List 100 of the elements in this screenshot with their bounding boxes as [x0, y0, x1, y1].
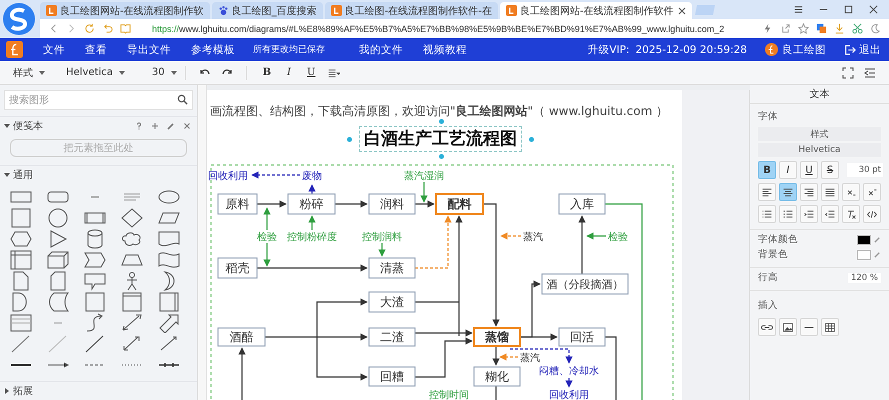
caret-icon[interactable]: [170, 70, 177, 74]
star-icon[interactable]: [798, 23, 809, 34]
menu-link[interactable]: 视频教程: [423, 42, 467, 56]
logout-icon[interactable]: [844, 44, 856, 56]
format-button[interactable]: B: [758, 161, 776, 179]
shape-icon[interactable]: [82, 250, 108, 270]
brand-name[interactable]: 良工绘图: [782, 42, 826, 56]
size-dropdown[interactable]: 30: [148, 67, 168, 78]
style-dropdown[interactable]: 样式: [758, 127, 881, 141]
format-button[interactable]: I: [282, 67, 296, 78]
clear-format-button[interactable]: [842, 205, 860, 223]
format-button[interactable]: S: [821, 161, 839, 179]
format-button[interactable]: B: [258, 67, 276, 78]
caret-icon[interactable]: [39, 70, 45, 74]
shape-icon[interactable]: [119, 208, 145, 228]
format-button[interactable]: U: [302, 67, 320, 78]
expanded-triangle-icon[interactable]: [4, 122, 10, 129]
fullscreen-icon[interactable]: [842, 66, 854, 78]
code-button[interactable]: [863, 205, 881, 223]
numbered-list-button[interactable]: [758, 205, 776, 223]
selection-handle[interactable]: [438, 119, 444, 124]
shape-icon[interactable]: [156, 250, 182, 270]
caret-icon[interactable]: [118, 70, 125, 74]
help-icon[interactable]: [135, 122, 143, 130]
lightning-icon[interactable]: [762, 23, 773, 34]
connector-arrow: [251, 171, 300, 179]
eyedropper-icon[interactable]: [874, 236, 881, 243]
style-dropdown[interactable]: 样式: [10, 66, 36, 80]
edit-icon[interactable]: [167, 122, 175, 130]
process-node: 回糟: [368, 366, 416, 386]
font-dropdown[interactable]: Helvetica: [758, 143, 881, 157]
shape-icon[interactable]: [8, 250, 34, 270]
eyedropper-icon[interactable]: [874, 251, 881, 258]
browser-tab[interactable]: 良工绘图_百度搜索: [212, 2, 323, 19]
color-swatch[interactable]: [857, 250, 871, 260]
menu-item[interactable]: 文件: [43, 42, 65, 56]
browser-tab[interactable]: 良工绘图网站-在线流程图制作软件: [500, 2, 692, 19]
site-icon: [46, 5, 57, 16]
font-dropdown[interactable]: Helvetica: [63, 67, 116, 78]
connector-arrow: [308, 184, 316, 194]
subscript-button[interactable]: [842, 183, 860, 201]
expanded-triangle-icon[interactable]: [4, 172, 10, 178]
menu-item[interactable]: 参考模板: [191, 42, 235, 56]
table-button[interactable]: [821, 318, 839, 336]
section-title[interactable]: 拓展: [13, 384, 33, 398]
link-button[interactable]: [758, 318, 776, 336]
menu-item[interactable]: 导出文件: [127, 42, 171, 56]
vip-link[interactable]: 升级VIP:: [587, 42, 630, 56]
collapse-icon[interactable]: [864, 66, 876, 78]
browser-tab[interactable]: 良工绘图-在线流程图制作软件-在: [324, 2, 498, 19]
shape-icon[interactable]: [8, 229, 34, 250]
right-button[interactable]: [800, 183, 818, 201]
logout-link[interactable]: 退出: [859, 42, 881, 56]
search-field[interactable]: 搜索图形: [4, 90, 193, 110]
shape-icon[interactable]: [82, 271, 108, 292]
line-height-field[interactable]: 120 %: [848, 272, 881, 282]
search-icon[interactable]: [177, 94, 188, 105]
menu-link[interactable]: 我的文件: [359, 42, 403, 56]
menu-item[interactable]: 查看: [85, 42, 107, 56]
share-icon[interactable]: [780, 23, 791, 34]
collapsed-triangle-icon[interactable]: [4, 388, 10, 394]
translate-icon[interactable]: [816, 23, 827, 34]
close-icon[interactable]: [183, 122, 191, 130]
center-button[interactable]: [779, 183, 797, 201]
indent-button[interactable]: [800, 205, 818, 223]
browser-tab[interactable]: 良工绘图网站-在线流程图制作软: [40, 2, 210, 19]
close-icon[interactable]: [678, 6, 686, 14]
maximize-icon[interactable]: [843, 4, 854, 15]
section-title[interactable]: 通用: [13, 168, 33, 182]
left-button[interactable]: [758, 183, 776, 201]
process-node: 酒醅: [218, 328, 266, 346]
color-swatch[interactable]: [857, 234, 871, 244]
add-icon[interactable]: [151, 122, 159, 130]
app-logo[interactable]: [6, 41, 23, 58]
image-button[interactable]: [779, 318, 797, 336]
process-node: 大渣: [368, 292, 416, 312]
section-title[interactable]: 便笺本: [13, 118, 43, 133]
align-icon[interactable]: [328, 66, 340, 78]
moon-icon[interactable]: [870, 23, 881, 34]
selection-handle[interactable]: [347, 137, 352, 142]
scissors-icon[interactable]: [852, 23, 863, 34]
annotation-label: 蒸汽: [520, 353, 540, 364]
close-icon[interactable]: [868, 4, 879, 15]
superscript-button[interactable]: [863, 183, 881, 201]
format-button[interactable]: I: [779, 161, 797, 179]
font-size-field[interactable]: 30 pt: [847, 163, 883, 177]
justify-button[interactable]: [821, 183, 839, 201]
horizontal-rule-button[interactable]: [800, 318, 818, 336]
outdent-button[interactable]: [821, 205, 839, 223]
menu-icon[interactable]: [793, 4, 804, 15]
browser-logo[interactable]: [2, 2, 36, 36]
right-icon: [803, 186, 815, 198]
bullet-list-button[interactable]: [779, 205, 797, 223]
format-button[interactable]: U: [800, 161, 818, 179]
annotation-label: 检验: [257, 232, 277, 243]
selection-handle[interactable]: [438, 154, 444, 159]
shape-icon[interactable]: [45, 250, 71, 270]
selection-handle[interactable]: [529, 137, 534, 142]
font-color-label: 字体颜色: [758, 233, 798, 246]
shape-icon[interactable]: [8, 313, 34, 334]
